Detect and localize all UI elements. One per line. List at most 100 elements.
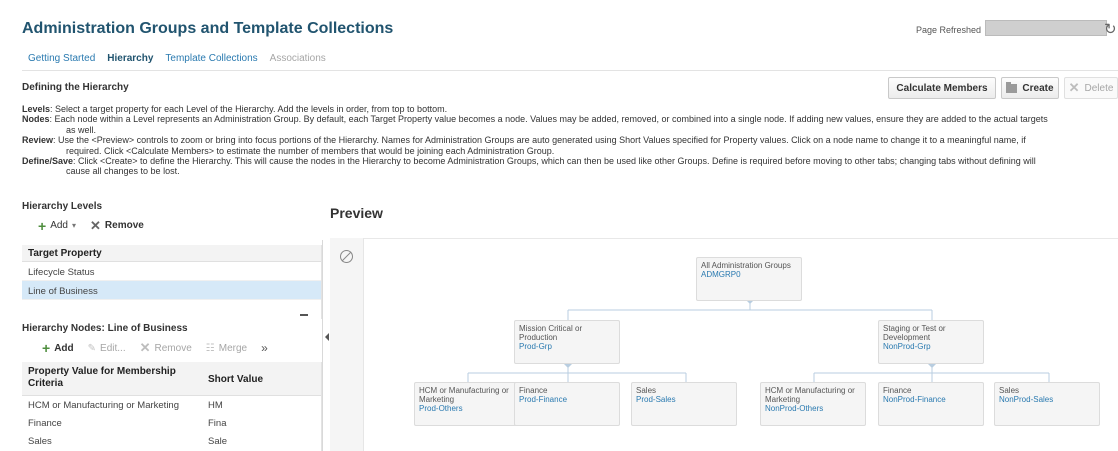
tab-associations: Associations: [269, 53, 326, 64]
levels-toolbar: + Add ▾ ✕ Remove: [38, 217, 144, 234]
tree-node-level2[interactable]: Sales Prod-Sales: [631, 382, 737, 426]
node-id-link[interactable]: Prod-Grp: [519, 342, 615, 351]
tab-hierarchy[interactable]: Hierarchy: [107, 53, 153, 64]
node-id-link[interactable]: Prod-Sales: [636, 395, 732, 404]
node-id-link[interactable]: NonProd-Grp: [883, 342, 979, 351]
create-label: Create: [1022, 82, 1054, 94]
panel-splitter[interactable]: [322, 240, 329, 451]
tree-node-level2[interactable]: Finance NonProd-Finance: [878, 382, 984, 426]
instruction-term: Levels: [22, 104, 51, 114]
calculate-members-label: Calculate Members: [896, 82, 988, 94]
page-refreshed-label: Page Refreshed: [916, 25, 982, 35]
page-title: Administration Groups and Template Colle…: [22, 20, 394, 37]
calculate-members-button[interactable]: Calculate Members: [888, 77, 996, 99]
pencil-icon: ✎: [87, 342, 97, 354]
node-id-link[interactable]: Prod-Finance: [519, 395, 615, 404]
edit-node-label: Edit...: [100, 342, 126, 354]
node-name: Mission Critical or Production: [519, 324, 583, 342]
chevron-down-icon[interactable]: [928, 364, 936, 368]
table-row[interactable]: HCM or Manufacturing or Marketing HM: [22, 396, 321, 414]
create-button[interactable]: Create: [1001, 77, 1059, 99]
node-name: HCM or Manufacturing or Marketing: [765, 386, 855, 404]
levels-scroll-thumb[interactable]: [300, 314, 308, 316]
tab-template-collections[interactable]: Template Collections: [165, 53, 257, 64]
tree-node-level2[interactable]: HCM or Manufacturing or Marketing NonPro…: [760, 382, 866, 426]
tree-node-root[interactable]: All Administration Groups ADMGRP0: [696, 257, 802, 301]
node-name: Staging or Test or Development: [883, 324, 946, 342]
instruction-define-save: Define/Save: Click <Create> to define th…: [22, 156, 1118, 177]
node-name: HCM or Manufacturing or Marketing: [419, 386, 509, 404]
instruction-continuation: cause all changes to be lost.: [66, 166, 180, 177]
column-header-short-value[interactable]: Short Value: [202, 362, 321, 395]
edit-node-button: ✎ Edit...: [88, 343, 126, 354]
node-id-link[interactable]: NonProd-Finance: [883, 395, 979, 404]
hierarchy-levels-title: Hierarchy Levels: [22, 201, 103, 212]
tree-node-level2[interactable]: Finance Prod-Finance: [514, 382, 620, 426]
tree-node-level1[interactable]: Staging or Test or Development NonProd-G…: [878, 320, 984, 364]
remove-node-label: Remove: [154, 342, 192, 354]
collapse-arrow-icon[interactable]: [325, 333, 329, 341]
table-row[interactable]: Lifecycle Status: [22, 262, 321, 281]
cell-short-value[interactable]: Sale: [202, 436, 321, 447]
remove-icon: ✕: [139, 340, 151, 355]
remove-level-button[interactable]: ✕ Remove: [90, 217, 144, 233]
node-name: All Administration Groups: [701, 261, 791, 270]
merge-icon: ☷: [205, 342, 215, 354]
page-refreshed-value: [985, 20, 1107, 36]
instruction-continuation: as well.: [66, 124, 97, 135]
instruction-term: Define/Save: [22, 156, 74, 167]
table-row[interactable]: Finance Fina: [22, 414, 321, 432]
add-node-button[interactable]: + Add: [42, 341, 74, 355]
section-title-defining: Defining the Hierarchy: [22, 82, 129, 93]
node-name: Sales: [999, 386, 1020, 395]
tree-node-level2[interactable]: Sales NonProd-Sales: [994, 382, 1100, 426]
nodes-toolbar: + Add ✎ Edit... ✕ Remove ☷ Merge »: [42, 341, 268, 355]
tab-bar: Getting Started Hierarchy Template Colle…: [28, 53, 338, 64]
delete-button: ✕ Delete: [1064, 77, 1118, 99]
cell-short-value[interactable]: Fina: [202, 418, 321, 429]
overflow-menu-button[interactable]: »: [261, 341, 268, 355]
table-row[interactable]: Sales Sale: [22, 432, 321, 450]
instruction-term: Review: [22, 135, 54, 146]
nodes-table: Property Value for Membership Criteria S…: [22, 362, 322, 451]
instruction-continuation: required. Click <Calculate Members> to e…: [66, 145, 555, 156]
tree-node-level2[interactable]: HCM or Manufacturing or Marketing Prod-O…: [414, 382, 520, 426]
column-header-target-property[interactable]: Target Property: [22, 245, 321, 262]
nodes-table-header: Property Value for Membership Criteria S…: [22, 362, 321, 396]
node-id-link[interactable]: NonProd-Others: [765, 404, 861, 413]
column-header-property-value[interactable]: Property Value for Membership Criteria: [22, 362, 202, 395]
add-level-button[interactable]: + Add ▾: [38, 217, 76, 234]
plus-icon: +: [38, 217, 47, 234]
preview-title: Preview: [330, 205, 383, 221]
cell-short-value[interactable]: HM: [202, 400, 321, 411]
levels-table: Target Property Lifecycle Status Line of…: [22, 245, 322, 319]
cell-property-value: HCM or Manufacturing or Marketing: [28, 399, 179, 411]
overflow-icon: »: [261, 341, 268, 355]
instruction-term: Nodes: [22, 114, 50, 125]
instruction-nodes: Nodes: Each node within a Level represen…: [22, 114, 1118, 135]
instruction-review: Review: Use the <Preview> controls to zo…: [22, 135, 1118, 156]
tab-getting-started[interactable]: Getting Started: [28, 53, 95, 64]
tab-divider: [22, 70, 1118, 71]
hierarchy-nodes-title: Hierarchy Nodes: Line of Business: [22, 323, 188, 334]
instruction-text: : Each node within a Level represents an…: [49, 114, 1048, 125]
node-name: Finance: [519, 386, 548, 395]
table-row-selected[interactable]: Line of Business: [22, 281, 321, 300]
delete-label: Delete: [1084, 82, 1114, 94]
node-name: Finance: [883, 386, 912, 395]
folder-icon: [1006, 81, 1018, 93]
add-level-label: Add: [50, 220, 68, 231]
instruction-text: : Select a target property for each Leve…: [50, 104, 448, 114]
refresh-icon[interactable]: ↻: [1104, 20, 1118, 38]
merge-node-button: ☷ Merge: [206, 343, 247, 354]
chevron-down-icon: ▾: [71, 221, 76, 230]
node-id-link[interactable]: Prod-Others: [419, 404, 515, 413]
node-id-link[interactable]: NonProd-Sales: [999, 395, 1095, 404]
remove-level-label: Remove: [104, 220, 144, 231]
node-id-link[interactable]: ADMGRP0: [701, 270, 797, 279]
chevron-down-icon[interactable]: [564, 364, 572, 368]
remove-node-button: ✕ Remove: [139, 340, 192, 355]
remove-icon: ✕: [90, 217, 101, 233]
cell-property-value: Finance: [28, 417, 62, 429]
tree-node-level1[interactable]: Mission Critical or Production Prod-Grp: [514, 320, 620, 364]
